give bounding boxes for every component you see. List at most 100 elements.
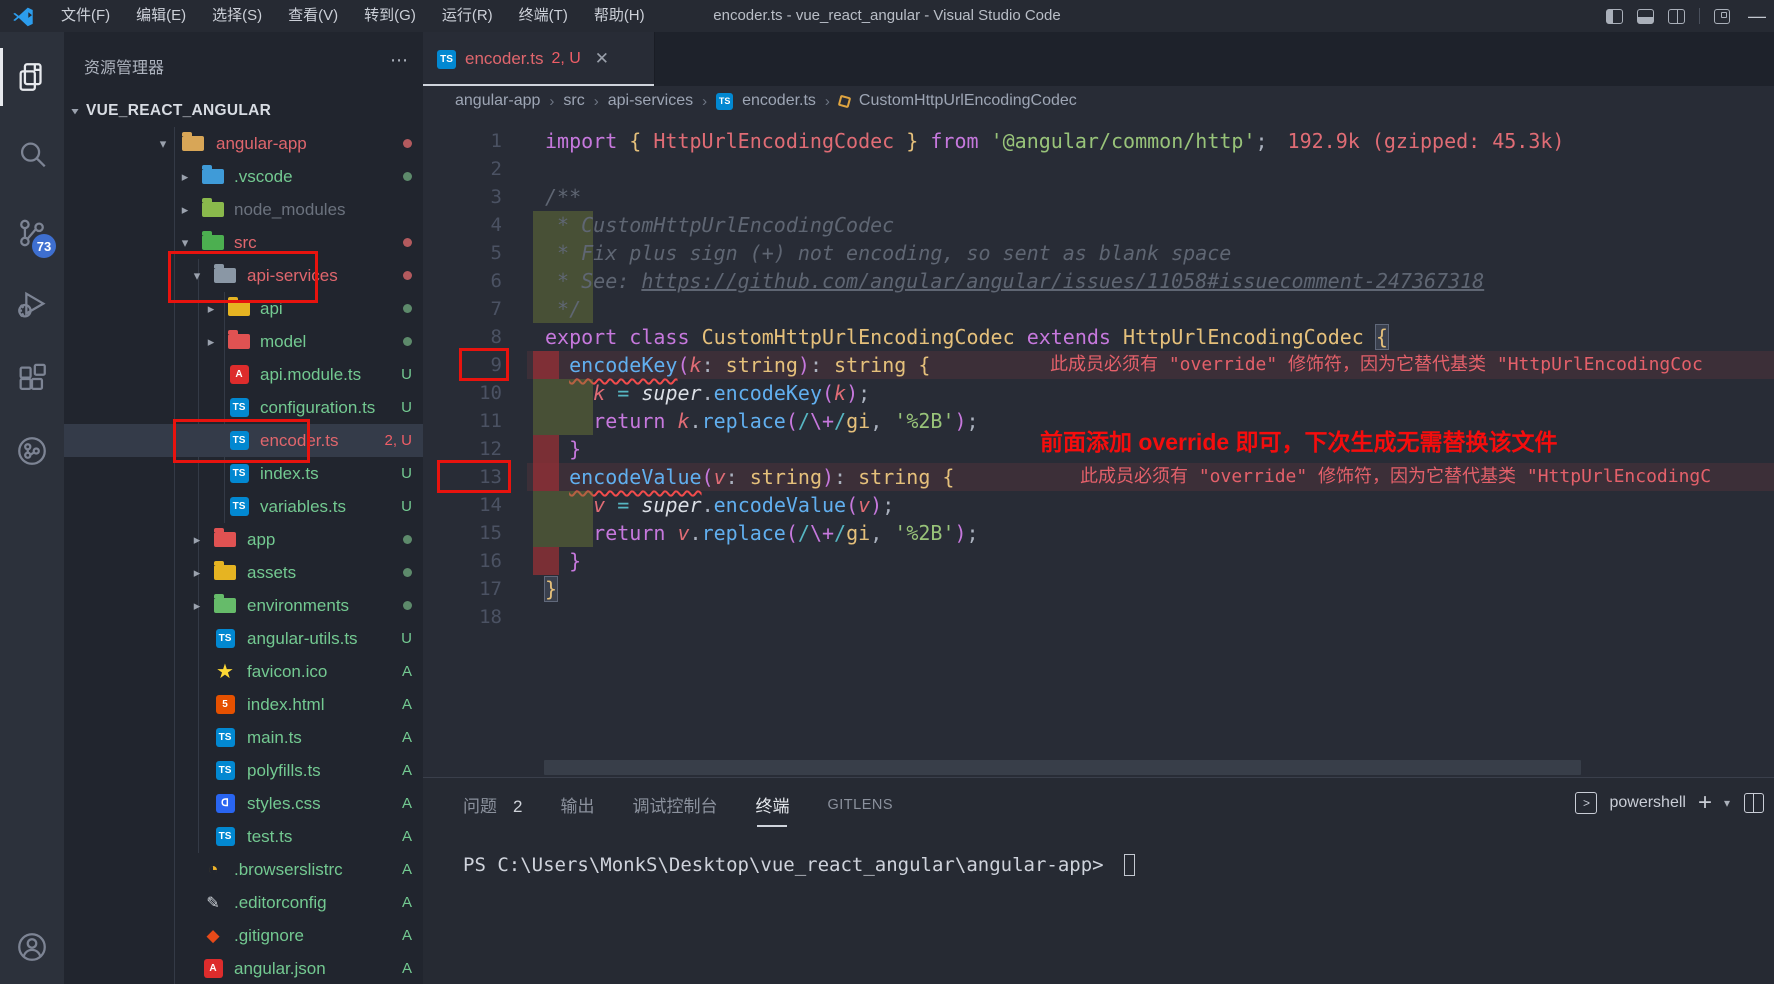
ts-icon: TS [228,398,250,418]
tree-item-angular-utils.ts[interactable]: TSangular-utils.tsU [64,622,423,655]
folder-orange-icon [182,134,204,154]
activity-explorer[interactable] [0,42,64,112]
tree-item-api.module.ts[interactable]: Aapi.module.tsU [64,358,423,391]
menu-item-1[interactable]: 编辑(E) [123,0,199,32]
menu-item-0[interactable]: 文件(F) [48,0,123,32]
window-title: encoder.ts - vue_react_angular - Visual … [713,0,1060,32]
breadcrumb-item[interactable]: api-services [608,92,693,110]
chevron-right-icon: ▸ [178,202,192,218]
panel-tabs: 问题2 输出 调试控制台 终端 GITLENS [463,792,893,827]
breadcrumb-item[interactable]: angular-app [455,92,540,110]
ts-icon: TS [228,464,250,484]
titlebar-separator [1699,8,1700,24]
tree-item-node-modules[interactable]: ▸node_modules [64,193,423,226]
menu-item-2[interactable]: 选择(S) [199,0,275,32]
menu-item-3[interactable]: 查看(V) [275,0,351,32]
git-status-dot [403,135,412,152]
ts-icon: TS [228,497,250,517]
code-line-2: 2 [423,155,1774,183]
activity-search[interactable] [0,120,64,190]
tree-item-label: main.ts [247,728,302,748]
customize-layout-icon[interactable] [1714,9,1730,24]
ts-icon: TS [214,827,236,847]
tree-item-app[interactable]: ▸app [64,523,423,556]
tree-item-model[interactable]: ▸model [64,325,423,358]
explorer-more-actions-icon[interactable]: ⋯ [390,50,409,71]
tree-item-environments[interactable]: ▸environments [64,589,423,622]
code-text: k = super.encodeKey(k); [545,379,870,407]
tab-encoder-ts[interactable]: TS encoder.ts 2, U ✕ [423,32,655,86]
tree-item-variables.ts[interactable]: TSvariables.tsU [64,490,423,523]
code-line-17: 17} [423,575,1774,603]
chevron-right-icon: ▸ [190,598,204,614]
activity-extensions[interactable] [0,344,64,414]
menu-item-5[interactable]: 运行(R) [429,0,506,32]
annotation-box-encoder-ts [173,419,310,463]
panel-tab-问题[interactable]: 问题2 [463,792,522,827]
activity-source-control[interactable]: 73 [0,198,64,268]
ts-file-icon: TS [437,50,456,69]
horizontal-scrollbar[interactable] [544,760,1581,775]
minimize-icon[interactable]: — [1748,0,1766,32]
tree-item-index.html[interactable]: 5index.htmlA [64,688,423,721]
tree-item-main.ts[interactable]: TSmain.tsA [64,721,423,754]
code-text: return k.replace(/\+/gi, '%2B'); [545,407,979,435]
menu-item-6[interactable]: 终端(T) [506,0,581,32]
tree-item-assets[interactable]: ▸assets [64,556,423,589]
terminal[interactable]: PS C:\Users\MonkS\Desktop\vue_react_angu… [463,854,1135,876]
tree-item-favicon.ico[interactable]: ★favicon.icoA [64,655,423,688]
tree-item-.browserslistrc[interactable]: ◔.browserslistrcA [64,853,423,886]
git-status-dot [403,564,412,581]
line-number: 12 [423,435,502,463]
code-line-6: 6 * See: https://github.com/angular/angu… [423,267,1774,295]
new-terminal-icon[interactable]: + [1698,793,1712,813]
menu-item-7[interactable]: 帮助(H) [581,0,658,32]
workspace-section-header[interactable]: ▾ VUE_REACT_ANGULAR [64,94,423,127]
breadcrumb: angular-app›src›api-services›TSencoder.t… [455,86,1077,116]
tree-item-angular.json[interactable]: Aangular.jsonA [64,952,423,984]
breadcrumb-separator-icon: › [549,93,554,110]
activity-account[interactable] [0,912,64,982]
code-line-18: 18 [423,603,1774,631]
inline-error-message: 此成员必须有 "override" 修饰符，因为它替代基类 "HttpUrlEn… [1080,463,1711,491]
code-text: /** [545,183,581,211]
toggle-sidebar-icon[interactable] [1606,9,1623,24]
chevron-right-icon: ▸ [204,334,218,350]
terminal-shell-icon: > [1575,792,1597,814]
git-status-dot [403,168,412,185]
activity-run-debug[interactable] [0,270,64,340]
close-icon[interactable]: ✕ [595,49,609,69]
breadcrumb-item[interactable]: encoder.ts [742,92,816,110]
menu-item-4[interactable]: 转到(G) [351,0,429,32]
panel-tab-终端[interactable]: 终端 [755,792,789,827]
panel-tab-调试控制台[interactable]: 调试控制台 [632,792,717,827]
breadcrumb-item[interactable]: src [563,92,584,110]
split-terminal-icon[interactable] [1744,793,1764,813]
git-status-dot [403,531,412,548]
tree-item-polyfills.ts[interactable]: TSpolyfills.tsA [64,754,423,787]
tree-item-styles.css[interactable]: ᗡstyles.cssA [64,787,423,820]
panel-tab-输出[interactable]: 输出 [560,792,594,827]
tree-item-angular-app[interactable]: ▾angular-app [64,127,423,160]
tree-item-.gitignore[interactable]: ◆.gitignoreA [64,919,423,952]
activity-gitlens[interactable] [0,416,64,486]
git-status-badge: A [402,663,412,680]
panel-tab-GITLENS[interactable]: GITLENS [827,797,893,823]
tree-item-test.ts[interactable]: TStest.tsA [64,820,423,853]
terminal-dropdown-chevron-icon[interactable]: ▾ [1724,796,1730,810]
toggle-panel-icon[interactable] [1637,9,1654,24]
terminal-prompt: PS C:\Users\MonkS\Desktop\vue_react_angu… [463,854,1115,876]
tree-item-.vscode[interactable]: ▸.vscode [64,160,423,193]
toggle-secondary-sidebar-icon[interactable] [1668,9,1685,24]
breadcrumb-item[interactable]: CustomHttpUrlEncodingCodec [859,92,1077,110]
extensions-icon [15,362,49,396]
terminal-shell-name[interactable]: powershell [1609,794,1685,812]
git-status-badge: A [402,894,412,911]
tree-item-.editorconfig[interactable]: ✎.editorconfigA [64,886,423,919]
folder-assets-icon [214,563,236,583]
tree-item-label: angular.json [234,959,326,979]
angular-icon: A [228,365,250,385]
html-icon: 5 [214,695,236,715]
code-line-15: 15 return v.replace(/\+/gi, '%2B'); [423,519,1774,547]
line-number: 6 [423,267,502,295]
